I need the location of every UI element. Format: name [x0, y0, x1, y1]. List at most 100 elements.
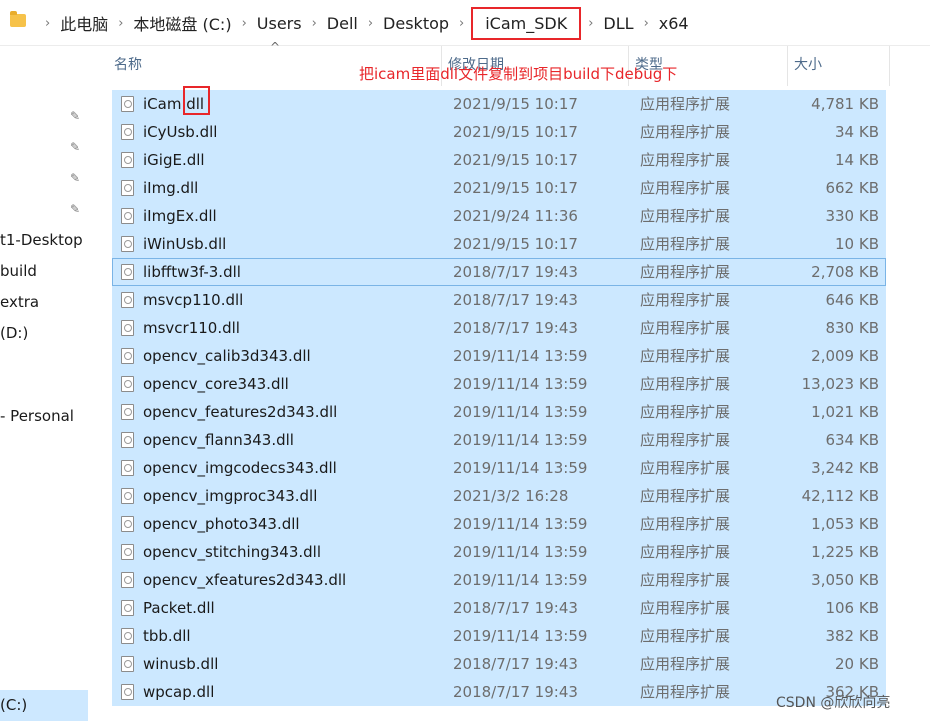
file-row[interactable]: iWinUsb.dll 2021/9/15 10:17 应用程序扩展 10 KB: [112, 230, 886, 258]
file-row[interactable]: iImg.dll 2021/9/15 10:17 应用程序扩展 662 KB: [112, 174, 886, 202]
file-type: 应用程序扩展: [640, 627, 731, 645]
file-row[interactable]: tbb.dll 2019/11/14 13:59 应用程序扩展 382 KB: [112, 622, 886, 650]
dll-file-icon: [121, 236, 134, 252]
file-name: opencv_xfeatures2d343.dll: [143, 571, 347, 589]
breadcrumb-users[interactable]: Users: [256, 14, 303, 33]
file-date: 2021/9/24 11:36: [453, 207, 578, 225]
nav-item-build[interactable]: build: [0, 262, 37, 280]
file-type: 应用程序扩展: [640, 123, 731, 141]
file-row[interactable]: iCam.dll 2021/9/15 10:17 应用程序扩展 4,781 KB: [112, 90, 886, 118]
file-date: 2021/9/15 10:17: [453, 151, 578, 169]
file-date: 2021/9/15 10:17: [453, 123, 578, 141]
file-name: iCyUsb.dll: [143, 123, 218, 141]
file-type: 应用程序扩展: [640, 375, 731, 393]
column-size[interactable]: 大小: [788, 46, 890, 86]
file-type: 应用程序扩展: [640, 319, 731, 337]
dll-file-icon: [121, 684, 134, 700]
breadcrumb-local-disk-c[interactable]: 本地磁盘 (C:): [132, 11, 232, 35]
breadcrumb: › 此电脑 › 本地磁盘 (C:) › Users › Dell › Deskt…: [36, 0, 690, 46]
file-name: opencv_flann343.dll: [143, 431, 294, 449]
dll-file-icon: [121, 544, 134, 560]
file-size: 2,009 KB: [811, 347, 879, 365]
nav-item-drive-d[interactable]: (D:): [0, 324, 28, 342]
file-size: 14 KB: [835, 151, 879, 169]
file-row[interactable]: wpcap.dll 2018/7/17 19:43 应用程序扩展 362 KB: [112, 678, 886, 706]
file-type: 应用程序扩展: [640, 347, 731, 365]
dll-file-icon: [121, 460, 134, 476]
chevron-right-icon[interactable]: ›: [242, 16, 247, 31]
file-row[interactable]: winusb.dll 2018/7/17 19:43 应用程序扩展 20 KB: [112, 650, 886, 678]
file-name: opencv_calib3d343.dll: [143, 347, 311, 365]
file-type: 应用程序扩展: [640, 515, 731, 533]
file-row[interactable]: opencv_imgcodecs343.dll 2019/11/14 13:59 应…: [112, 454, 886, 482]
file-date: 2019/11/14 13:59: [453, 431, 588, 449]
file-row[interactable]: opencv_photo343.dll 2019/11/14 13:59 应用程序扩…: [112, 510, 886, 538]
chevron-right-icon[interactable]: ›: [45, 16, 50, 31]
file-date: 2018/7/17 19:43: [453, 599, 578, 617]
chevron-right-icon[interactable]: ›: [459, 16, 464, 31]
breadcrumb-x64[interactable]: x64: [658, 14, 690, 33]
nav-item-desktop[interactable]: t1-Desktop: [0, 231, 83, 249]
file-row[interactable]: msvcp110.dll 2018/7/17 19:43 应用程序扩展 646 KB: [112, 286, 886, 314]
pin-icon[interactable]: ✎: [69, 109, 81, 123]
file-row[interactable]: opencv_imgproc343.dll 2021/3/2 16:28 应用程序扩…: [112, 482, 886, 510]
pin-icon[interactable]: ✎: [69, 202, 81, 216]
address-bar[interactable]: › 此电脑 › 本地磁盘 (C:) › Users › Dell › Deskt…: [0, 0, 930, 46]
nav-item-drive-c[interactable]: (C:): [0, 690, 88, 721]
file-type: 应用程序扩展: [640, 235, 731, 253]
file-size: 4,781 KB: [811, 95, 879, 113]
file-row[interactable]: opencv_core343.dll 2019/11/14 13:59 应用程序扩展…: [112, 370, 886, 398]
breadcrumb-icam-sdk[interactable]: iCam_SDK: [471, 6, 582, 40]
dll-file-icon: [121, 124, 134, 140]
breadcrumb-this-pc[interactable]: 此电脑: [59, 11, 109, 35]
file-date: 2021/9/15 10:17: [453, 95, 578, 113]
file-row[interactable]: opencv_flann343.dll 2019/11/14 13:59 应用程序扩…: [112, 426, 886, 454]
file-row[interactable]: opencv_features2d343.dll 2019/11/14 13:59…: [112, 398, 886, 426]
file-size: 13,023 KB: [801, 375, 879, 393]
file-row[interactable]: iGigE.dll 2021/9/15 10:17 应用程序扩展 14 KB: [112, 146, 886, 174]
file-name: opencv_features2d343.dll: [143, 403, 338, 421]
nav-item-personal[interactable]: - Personal: [0, 407, 74, 425]
watermark: CSDN @欣欣向亮: [776, 695, 891, 711]
file-size: 646 KB: [825, 291, 879, 309]
breadcrumb-dll[interactable]: DLL: [602, 14, 634, 33]
navigation-pane: ✎ ✎ ✎ ✎ t1-Desktop build extra (D:) - Pe…: [0, 46, 90, 721]
dll-file-icon: [121, 208, 134, 224]
file-type: 应用程序扩展: [640, 263, 731, 281]
file-type: 应用程序扩展: [640, 403, 731, 421]
file-type: 应用程序扩展: [640, 431, 731, 449]
dll-file-icon: [121, 656, 134, 672]
file-row[interactable]: Packet.dll 2018/7/17 19:43 应用程序扩展 106 KB: [112, 594, 886, 622]
breadcrumb-desktop[interactable]: Desktop: [382, 14, 450, 33]
file-row[interactable]: opencv_stitching343.dll 2019/11/14 13:59 应…: [112, 538, 886, 566]
chevron-right-icon[interactable]: ›: [644, 16, 649, 31]
file-type: 应用程序扩展: [640, 599, 731, 617]
nav-item-extra[interactable]: extra: [0, 293, 39, 311]
file-date: 2018/7/17 19:43: [453, 319, 578, 337]
chevron-right-icon[interactable]: ›: [312, 16, 317, 31]
dll-file-icon: [121, 488, 134, 504]
file-date: 2018/7/17 19:43: [453, 683, 578, 701]
breadcrumb-dell[interactable]: Dell: [326, 14, 359, 33]
file-row[interactable]: opencv_xfeatures2d343.dll 2019/11/14 13:5…: [112, 566, 886, 594]
chevron-right-icon[interactable]: ›: [368, 16, 373, 31]
chevron-right-icon[interactable]: ›: [118, 16, 123, 31]
file-name: opencv_photo343.dll: [143, 515, 300, 533]
file-row[interactable]: libfftw3f-3.dll 2018/7/17 19:43 应用程序扩展 2,70…: [112, 258, 886, 286]
file-type: 应用程序扩展: [640, 543, 731, 561]
file-name: msvcp110.dll: [143, 291, 244, 309]
file-size: 830 KB: [825, 319, 879, 337]
file-row[interactable]: iCyUsb.dll 2021/9/15 10:17 应用程序扩展 34 KB: [112, 118, 886, 146]
dll-file-icon: [121, 320, 134, 336]
file-row[interactable]: msvcr110.dll 2018/7/17 19:43 应用程序扩展 830 KB: [112, 314, 886, 342]
file-date: 2019/11/14 13:59: [453, 347, 588, 365]
dll-file-icon: [121, 404, 134, 420]
chevron-right-icon[interactable]: ›: [588, 16, 593, 31]
pin-icon[interactable]: ✎: [69, 140, 81, 154]
pin-icon[interactable]: ✎: [69, 171, 81, 185]
file-row[interactable]: opencv_calib3d343.dll 2019/11/14 13:59 应用程…: [112, 342, 886, 370]
dll-file-icon: [121, 516, 134, 532]
file-row[interactable]: iImgEx.dll 2021/9/24 11:36 应用程序扩展 330 KB: [112, 202, 886, 230]
file-size: 634 KB: [825, 431, 879, 449]
file-size: 3,242 KB: [811, 459, 879, 477]
